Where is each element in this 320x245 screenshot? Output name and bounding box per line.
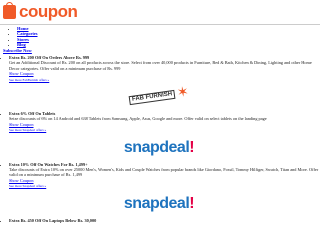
offer-item: Extra Rs. 200 Off On Orders Above Rs. 99… bbox=[9, 55, 319, 111]
shopping-bag-icon bbox=[3, 2, 16, 19]
offer-title: Extra Rs. 450 Off On Laptops Below Rs. 3… bbox=[9, 217, 97, 223]
store-logo-text: snapdeal bbox=[123, 138, 190, 156]
show-coupon-button[interactable]: Show Coupon bbox=[9, 178, 33, 183]
see-more-link[interactable]: See more Snapdeal offers » bbox=[9, 184, 46, 188]
nav-link-categories[interactable]: Categories bbox=[17, 31, 38, 36]
see-more-link[interactable]: See more Snapdeal offers » bbox=[9, 128, 46, 132]
offer-item: Extra 6% Off On Tablets Seize discounts … bbox=[9, 111, 319, 162]
offer-description: Take discounts of Extra 10% on over 2500… bbox=[9, 167, 319, 178]
see-more-link[interactable]: See more FabFurnish offers » bbox=[9, 78, 49, 82]
exclamation-icon: ! bbox=[189, 194, 195, 212]
offer-item: Extra Rs. 450 Off On Laptops Below Rs. 3… bbox=[9, 218, 319, 223]
nav-item-blog: Blog bbox=[17, 42, 38, 47]
offer-description: Seize discounts of 6% on 14 Android and … bbox=[9, 116, 267, 122]
site-logo[interactable]: coupon bbox=[3, 2, 78, 22]
logo-text: coupon bbox=[19, 2, 78, 21]
exclamation-icon: ! bbox=[189, 138, 195, 156]
nav-link-home[interactable]: Home bbox=[17, 26, 29, 31]
store-logo-text: FAB FURNISH bbox=[128, 90, 176, 106]
show-coupon-button[interactable]: Show Coupon bbox=[9, 122, 33, 127]
store-logo-fabfurnish[interactable]: FAB FURNISH ✶ bbox=[9, 83, 309, 111]
site-header: coupon bbox=[0, 0, 320, 25]
offer-description: Get an Additional Discount of Rs. 200 on… bbox=[9, 60, 312, 71]
show-coupon-button[interactable]: Show Coupon bbox=[9, 71, 33, 76]
nav-link-stores[interactable]: Stores bbox=[17, 37, 29, 42]
subscribe-link[interactable]: Subscribe Now bbox=[3, 48, 32, 53]
offer-list: Extra Rs. 200 Off On Orders Above Rs. 99… bbox=[3, 55, 319, 223]
offer-item: Extra 10% Off On Watches For Rs. 1,499+ … bbox=[9, 162, 319, 218]
store-logo-snapdeal[interactable]: snapdeal! bbox=[9, 190, 309, 218]
nav-link-blog[interactable]: Blog bbox=[17, 42, 26, 47]
star-icon: ✶ bbox=[176, 85, 190, 102]
main-nav: Home Categories Stores Blog bbox=[9, 26, 38, 48]
store-logo-text: snapdeal bbox=[123, 194, 190, 212]
store-logo-snapdeal[interactable]: snapdeal! bbox=[9, 134, 309, 162]
